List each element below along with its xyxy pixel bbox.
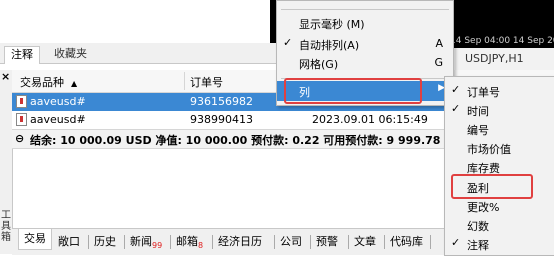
cell-symbol: aaveusd#	[30, 113, 86, 126]
check-icon: ✓	[451, 236, 461, 249]
columns-submenu: ✓ 订单号 ✓ 时间 编号 市场价值 库存费 盈利 更改% 幻数 ✓ 注释	[444, 76, 554, 256]
column-header-symbol[interactable]: 交易品种 ▲	[20, 74, 77, 90]
menu-item-show-milliseconds[interactable]: 显示毫秒 (M)	[277, 13, 453, 33]
sort-asc-icon: ▲	[71, 79, 78, 88]
submenu-item-id[interactable]: 编号	[445, 119, 554, 138]
cell-time: 2023.09.01 06:15:49	[312, 113, 428, 126]
balance-text: 结余: 10 000.09 USD 净值: 10 000.00 预付款: 0.2…	[30, 134, 511, 147]
tab-alerts[interactable]: 预警	[316, 233, 338, 249]
submenu-item-comment[interactable]: ✓ 注释	[445, 234, 554, 253]
column-header-order[interactable]: 订单号	[190, 74, 223, 90]
check-icon: ✓	[451, 83, 461, 96]
tab-trade[interactable]: 交易	[18, 229, 52, 250]
tab-chart-usdjpy[interactable]: USDJPY,H1	[455, 48, 554, 71]
check-icon: ✓	[451, 102, 461, 115]
tab-favorites[interactable]: 收藏夹	[48, 46, 93, 63]
tab-mailbox[interactable]: 邮箱8	[176, 233, 204, 250]
collapse-icon[interactable]: ⊖	[15, 132, 24, 145]
menu-item-grid[interactable]: 网格(G) G	[277, 53, 453, 73]
submenu-item-time[interactable]: ✓ 时间	[445, 100, 554, 119]
annotation-highlight-columns	[284, 78, 422, 104]
tab-articles[interactable]: 文章	[354, 233, 376, 249]
cell-order: 938990413	[190, 113, 253, 126]
order-icon	[16, 95, 27, 108]
submenu-item-order[interactable]: ✓ 订单号	[445, 81, 554, 100]
submenu-item-magic[interactable]: 幻数	[445, 215, 554, 234]
news-count-badge: 99	[152, 241, 163, 250]
order-icon	[16, 113, 27, 126]
cell-symbol: aaveusd#	[30, 95, 86, 108]
tab-history[interactable]: 历史	[94, 233, 116, 249]
toolbox-label: 工具箱	[1, 210, 11, 243]
submenu-item-market-value[interactable]: 市场价值	[445, 138, 554, 157]
chart-time-axis: 14 Sep 04:00 14 Sep 20	[450, 36, 554, 46]
menu-separator	[281, 9, 449, 10]
tab-economic-calendar[interactable]: 经济日历	[218, 233, 262, 249]
tab-code-base[interactable]: 代码库	[390, 233, 423, 249]
submenu-item-swap[interactable]: 库存费	[445, 157, 554, 176]
tab-company[interactable]: 公司	[280, 233, 302, 249]
check-icon: ✓	[283, 36, 293, 49]
navigator-tabs: 注释 收藏夹	[0, 43, 290, 64]
close-icon[interactable]: ×	[1, 70, 10, 83]
menu-item-auto-arrange[interactable]: ✓ 自动排列(A) A	[277, 34, 453, 54]
tab-notes[interactable]: 注释	[4, 46, 40, 64]
mail-count-badge: 8	[198, 241, 204, 250]
cell-order: 936156982	[190, 95, 253, 108]
tab-exposure[interactable]: 敞口	[58, 233, 80, 249]
annotation-highlight-profit	[451, 174, 533, 199]
tab-news[interactable]: 新闻99	[130, 233, 163, 250]
chart-symbol-label: USDJPY,H1	[465, 52, 524, 65]
